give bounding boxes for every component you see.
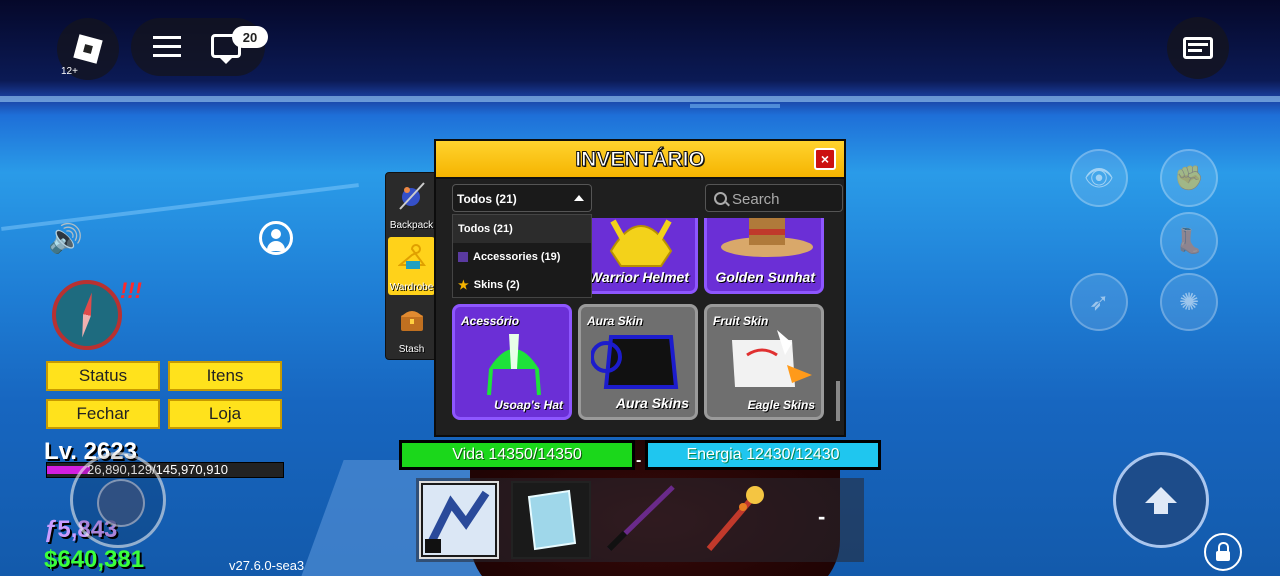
itens-button[interactable]: Itens [168, 361, 282, 391]
leaderboard-button[interactable] [1167, 17, 1229, 79]
chest-icon [401, 311, 423, 331]
filter-selected: Todos (21) [457, 192, 517, 206]
age-rating: 12+ [61, 66, 78, 77]
item-name: Aura Skins [615, 395, 689, 412]
joystick-knob[interactable] [97, 479, 145, 527]
usoap-hat-icon [487, 334, 541, 396]
status-button[interactable]: Status [46, 361, 160, 391]
hanger-icon [398, 244, 426, 269]
aura-skin-icon [591, 335, 679, 389]
ice-fruit-icon [527, 489, 577, 551]
item-card[interactable]: Warrior Helmet [578, 218, 698, 294]
horizon [0, 96, 1280, 102]
version-label: v27.6.0-sea3 [229, 558, 305, 573]
item-name: Warrior Helmet [588, 269, 689, 286]
jump-button[interactable] [1113, 452, 1209, 548]
dragon-icon[interactable]: ✺ [1160, 273, 1218, 331]
item-card[interactable]: Acessório Usoap's Hat [452, 304, 572, 420]
tab-stash[interactable]: Stash [388, 299, 435, 357]
fist-icon[interactable]: ✊ [1160, 149, 1218, 207]
item-card[interactable]: Aura Skin Aura Skins [578, 304, 698, 420]
list-icon [1183, 37, 1213, 59]
scrollbar[interactable] [836, 381, 840, 421]
health-bar: Vida 14350/14350 [399, 440, 635, 470]
speaker-icon[interactable]: 🔊 [48, 222, 83, 255]
warrior-helmet-icon [609, 219, 673, 267]
search-box[interactable] [705, 184, 843, 212]
option-label: Accessories (19) [473, 251, 561, 263]
filter-dropdown[interactable]: Todos (21) [452, 184, 592, 212]
tab-label: Wardrobe [389, 282, 434, 293]
money-counter: $640,381 [44, 546, 145, 573]
eagle-skin-icon [732, 330, 812, 387]
inventory-window: INVENTÁRIO × Todos (21) Warrior Helmet G… [434, 139, 846, 437]
movement-joystick[interactable] [70, 452, 166, 548]
star-icon: ★ [458, 278, 469, 292]
water-streak [690, 104, 780, 108]
item-name: Usoap's Hat [494, 397, 563, 412]
option-label: Skins (2) [473, 279, 520, 291]
sword-icon [606, 485, 675, 552]
search-input[interactable] [730, 188, 838, 210]
close-button[interactable]: × [814, 148, 836, 170]
item-card[interactable]: Golden Sunhat [704, 218, 824, 294]
loja-button[interactable]: Loja [168, 399, 282, 429]
shift-lock-icon[interactable] [1204, 533, 1242, 571]
inventory-header: INVENTÁRIO × [436, 141, 844, 179]
chat-badge: 20 [232, 26, 268, 48]
hotbar-empty-slot: - [818, 504, 826, 529]
filter-option-skins[interactable]: ★ Skins (2) [453, 271, 591, 299]
user-icon[interactable] [259, 221, 293, 255]
inventory-side-tabs: Backpack Wardrobe Stash [385, 172, 438, 360]
filter-option-accessories[interactable]: Accessories (19) [453, 243, 591, 271]
energy-bar: Energia 12430/12430 [645, 440, 881, 470]
item-card[interactable]: Fruit Skin Eagle Skins [704, 304, 824, 420]
hotbar-slot-1[interactable] [419, 481, 499, 559]
tab-label: Backpack [389, 220, 434, 231]
hotbar [416, 478, 864, 562]
menu-pill: 20 [131, 18, 268, 76]
inventory-title: INVENTÁRIO [575, 148, 706, 172]
eye-icon[interactable]: 👁 [1070, 149, 1128, 207]
arrow-up-icon [1145, 487, 1177, 514]
tab-backpack[interactable]: Backpack [388, 175, 435, 233]
item-tag: Acessório [461, 314, 520, 328]
filter-menu: Todos (21) Accessories (19) ★ Skins (2) [452, 214, 592, 298]
bar-separator: - [636, 452, 642, 469]
boot-icon[interactable]: 👢 [1160, 212, 1218, 270]
fighting-style-icon [423, 485, 495, 555]
alert-text: !!! [120, 278, 142, 303]
hotbar-slot-3[interactable] [603, 481, 683, 559]
hotbar-slot-2[interactable] [511, 481, 591, 559]
staff-icon [706, 486, 764, 551]
tab-label: Stash [398, 344, 425, 355]
filter-option-todos[interactable]: Todos (21) [453, 215, 591, 243]
roblox-logo-icon [73, 34, 103, 64]
option-label: Todos (21) [458, 223, 513, 235]
accessory-icon [458, 252, 468, 262]
hamburger-menu-icon[interactable] [153, 36, 181, 58]
fechar-button[interactable]: Fechar [46, 399, 160, 429]
golden-sunhat-icon [721, 218, 813, 257]
compass-icon[interactable] [52, 280, 122, 350]
search-icon [714, 192, 727, 205]
tab-wardrobe[interactable]: Wardrobe [388, 237, 435, 295]
backpack-icon [399, 182, 425, 210]
item-name: Eagle Skins [747, 397, 815, 412]
item-name: Golden Sunhat [715, 269, 815, 286]
item-tag: Aura Skin [587, 314, 644, 328]
hotbar-slot-4[interactable] [695, 481, 775, 559]
dash-icon[interactable]: ➶ [1070, 273, 1128, 331]
chevron-up-icon [574, 195, 584, 201]
